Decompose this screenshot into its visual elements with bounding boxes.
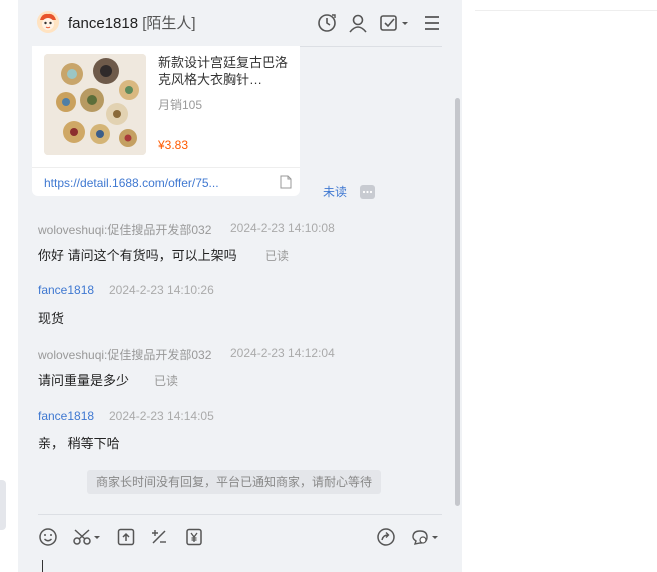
message-text: 现货: [38, 311, 65, 326]
quick-reply-icon[interactable]: [410, 527, 440, 547]
unread-status: 未读: [323, 185, 348, 199]
message-sender: woloveshuqi:促佳搜品开发部032: [38, 348, 212, 362]
message-time: 2024-2-23 14:10:08: [230, 221, 335, 235]
system-notice: 商家长时间没有回复，平台已通知商家，请耐心等待: [87, 470, 381, 494]
message-text: 亲， 稍等下哈: [38, 436, 120, 451]
contact-name: fance1818: [68, 15, 139, 32]
task-check-icon[interactable]: [379, 12, 411, 34]
chat-window: fance1818 [陌生人] 新款设计宫廷复古巴洛克风格大衣胸针… 月销105…: [18, 0, 462, 572]
message-sender: fance1818: [38, 409, 95, 423]
emoji-icon[interactable]: [38, 527, 58, 547]
more-options-button[interactable]: [360, 185, 375, 199]
right-panel: [462, 0, 657, 572]
message-sender: woloveshuqi:促佳搜品开发部032: [38, 223, 212, 237]
text-caret: [42, 560, 43, 572]
right-panel-divider: [475, 10, 657, 11]
message-input[interactable]: [32, 552, 442, 572]
scissors-icon[interactable]: [72, 527, 102, 547]
read-status: 已读: [265, 249, 290, 263]
toolbar-divider: [38, 514, 442, 515]
product-price: ¥3.83: [158, 138, 189, 152]
message-time: 2024-2-23 14:10:26: [109, 283, 214, 297]
product-sales: 月销105: [158, 98, 203, 112]
card-divider: [32, 167, 300, 168]
avatar[interactable]: [37, 11, 59, 33]
message-text: 请问重量是多少: [38, 373, 130, 388]
chat-title: fance1818 [陌生人]: [68, 12, 196, 33]
product-name[interactable]: 新款设计宫廷复古巴洛克风格大衣胸针…: [158, 54, 290, 88]
menu-icon[interactable]: [421, 12, 443, 34]
scrollbar[interactable]: [455, 98, 460, 506]
upload-icon[interactable]: [116, 527, 136, 547]
read-status: 已读: [154, 374, 179, 388]
forward-icon[interactable]: [376, 527, 396, 547]
message-text: 你好 请问这个有货吗，可以上架吗: [38, 248, 237, 263]
product-card[interactable]: 新款设计宫廷复古巴洛克风格大衣胸针… 月销105 ¥3.83 https://d…: [32, 46, 300, 196]
document-icon[interactable]: [280, 175, 292, 189]
history-icon[interactable]: [316, 12, 338, 34]
chat-header: fance1818 [陌生人]: [18, 0, 462, 46]
yuan-receipt-icon[interactable]: [184, 527, 204, 547]
product-image[interactable]: [44, 54, 146, 155]
contact-tag: [陌生人]: [142, 15, 196, 32]
message-time: 2024-2-23 14:14:05: [109, 409, 214, 423]
left-collapse-handle[interactable]: [0, 480, 6, 530]
message-time: 2024-2-23 14:12:04: [230, 346, 335, 360]
message-sender: fance1818: [38, 283, 95, 297]
product-link[interactable]: https://detail.1688.com/offer/75...: [44, 176, 219, 190]
ellipsis-icon: [362, 190, 373, 194]
discount-icon[interactable]: [149, 527, 169, 547]
avatar-image: [37, 11, 59, 33]
user-icon[interactable]: [347, 12, 369, 34]
